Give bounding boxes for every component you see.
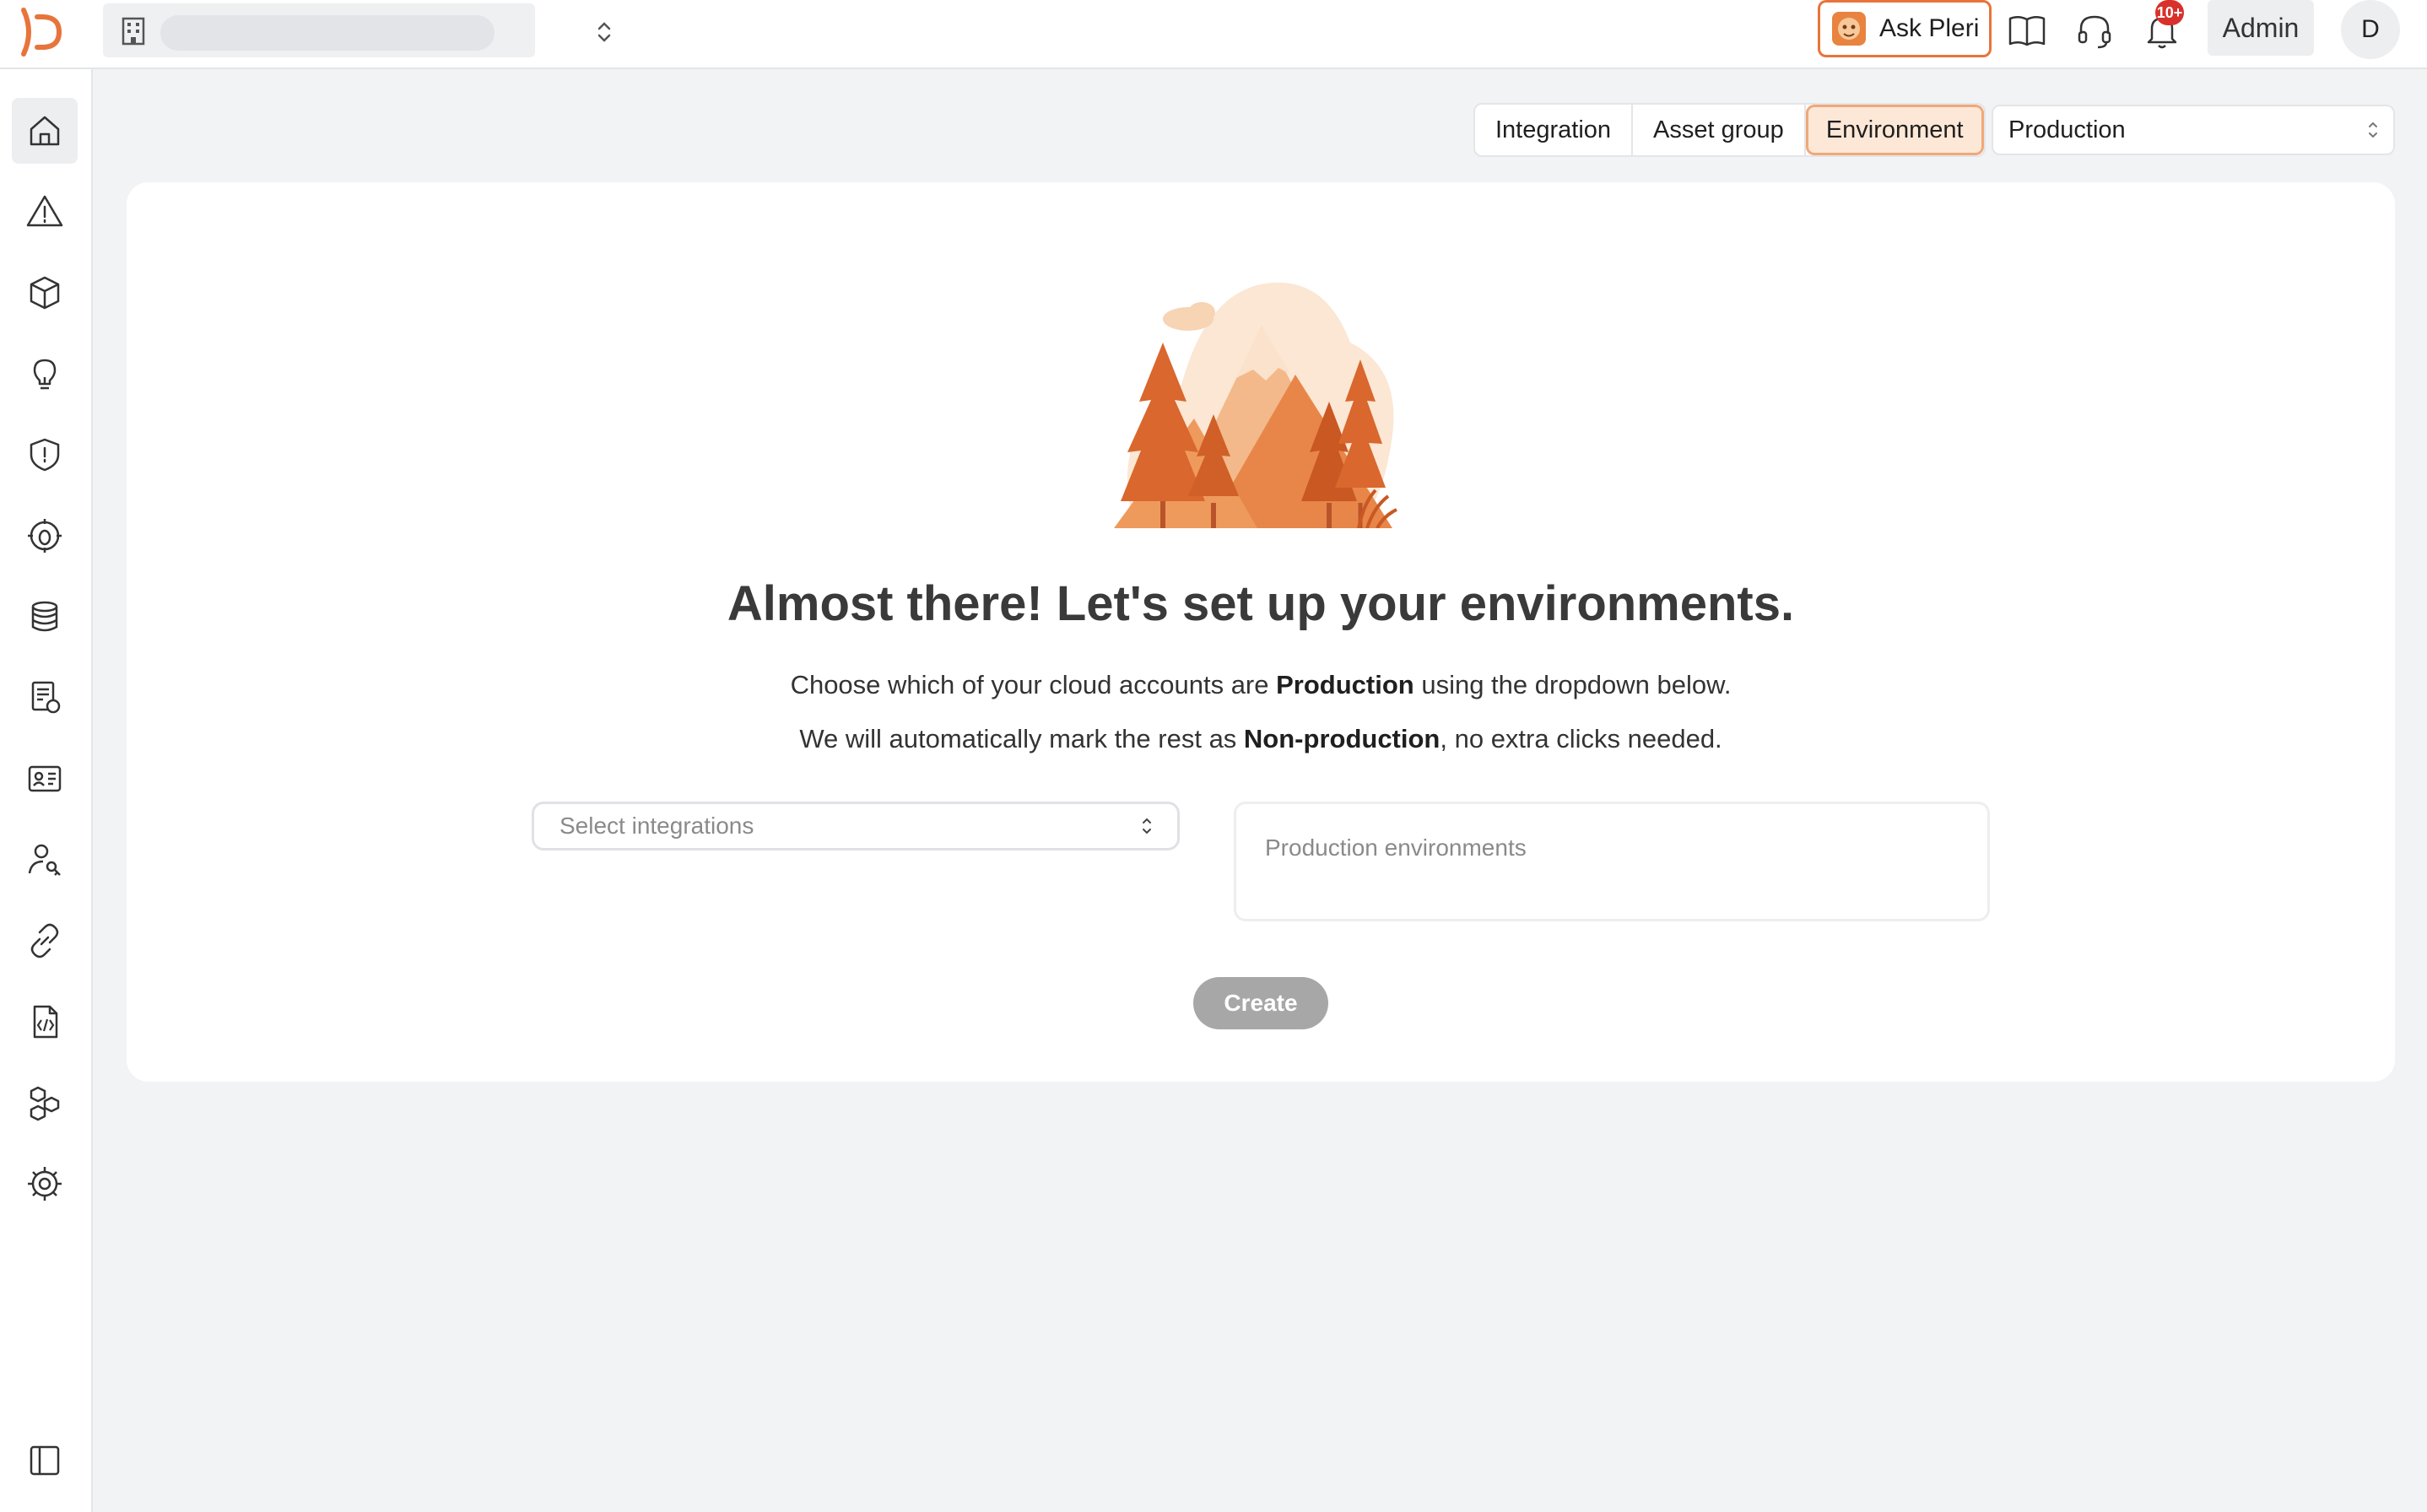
top-bar: Ask Pleri 10+ Admin D [0, 0, 2427, 69]
sidebar-collapse-button[interactable] [12, 1428, 78, 1493]
home-icon [30, 116, 60, 146]
sidebar-toggle-icon [30, 1445, 60, 1476]
organization-name-redacted [160, 15, 495, 51]
link-icon [30, 923, 59, 958]
sidebar-item-data[interactable] [12, 584, 78, 650]
sidebar-item-integrations[interactable] [12, 908, 78, 974]
sidebar [0, 69, 93, 1512]
document-badge-icon [31, 681, 61, 714]
gear-icon [28, 1167, 62, 1201]
select-integrations-dropdown[interactable]: Select integrations [532, 802, 1180, 850]
hexagons-icon [30, 1086, 60, 1121]
shield-icon [30, 438, 60, 472]
book-icon[interactable] [2005, 8, 2049, 52]
sidebar-item-security[interactable] [12, 422, 78, 488]
warning-triangle-icon [26, 195, 63, 227]
instruction-line-2-post: , no extra clicks needed. [1440, 724, 1722, 753]
admin-button[interactable]: Admin [2208, 0, 2314, 56]
sidebar-item-identities[interactable] [12, 746, 78, 812]
ask-pleri-label: Ask Pleri [1879, 14, 1980, 42]
chevron-up-down-icon [1143, 818, 1151, 834]
instruction-line-2-pre: We will automatically mark the rest as [799, 724, 1244, 753]
filter-option-environment[interactable]: Environment [1805, 105, 1984, 155]
pleri-avatar-icon [1832, 12, 1866, 46]
building-icon [122, 17, 145, 46]
lightbulb-icon [33, 359, 57, 390]
mountain-forest-illustration [1114, 282, 1397, 528]
user-key-icon [28, 844, 61, 876]
code-file-icon [33, 1005, 58, 1039]
instruction-line-2: We will automatically mark the rest as N… [127, 724, 2395, 754]
sidebar-item-assets[interactable] [12, 260, 78, 326]
bug-target-icon [28, 519, 62, 553]
instruction-line-2-bold: Non-production [1243, 724, 1441, 753]
sidebar-item-workflows[interactable] [12, 1070, 78, 1136]
sidebar-item-vulnerabilities[interactable] [12, 503, 78, 569]
sidebar-item-settings[interactable] [12, 1151, 78, 1217]
logo-icon[interactable] [17, 5, 71, 59]
setup-card: Almost there! Let's set up your environm… [127, 182, 2395, 1082]
chevron-up-down-icon [2369, 122, 2377, 138]
chevron-up-down-icon [597, 22, 611, 42]
user-avatar[interactable]: D [2341, 0, 2400, 59]
cube-icon [30, 276, 60, 310]
sidebar-item-alerts[interactable] [12, 179, 78, 245]
database-icon [31, 601, 58, 632]
filter-option-integration[interactable]: Integration [1475, 105, 1634, 155]
page-title: Almost there! Let's set up your environm… [727, 576, 1795, 631]
instruction-line-1-post: using the dropdown below. [1413, 670, 1732, 699]
production-environments-placeholder: Production environments [1265, 834, 1527, 861]
id-card-icon [28, 765, 62, 792]
instruction-line-1-bold: Production [1276, 670, 1414, 699]
sidebar-item-code[interactable] [12, 989, 78, 1055]
environment-select[interactable]: Production [1992, 105, 2395, 155]
sidebar-item-access[interactable] [12, 827, 78, 893]
instruction-line-1-pre: Choose which of your cloud accounts are [790, 670, 1277, 699]
create-button[interactable]: Create [1193, 977, 1328, 1029]
ask-pleri-button[interactable]: Ask Pleri [1818, 0, 1992, 57]
instruction-line-1: Choose which of your cloud accounts are … [127, 670, 2395, 700]
sidebar-item-home[interactable] [12, 98, 78, 164]
select-integrations-placeholder: Select integrations [559, 813, 754, 839]
notification-badge: 10+ [2155, 0, 2184, 25]
sidebar-item-compliance[interactable] [12, 665, 78, 731]
production-environments-field[interactable]: Production environments [1234, 802, 1990, 921]
filter-option-asset-group[interactable]: Asset group [1633, 105, 1806, 155]
filter-segmented-control: Integration Asset group Environment [1473, 103, 1986, 157]
environment-select-value: Production [2008, 116, 2126, 143]
organization-switcher[interactable] [103, 3, 611, 57]
sidebar-item-insights[interactable] [12, 341, 78, 407]
headset-icon[interactable] [2073, 8, 2116, 52]
